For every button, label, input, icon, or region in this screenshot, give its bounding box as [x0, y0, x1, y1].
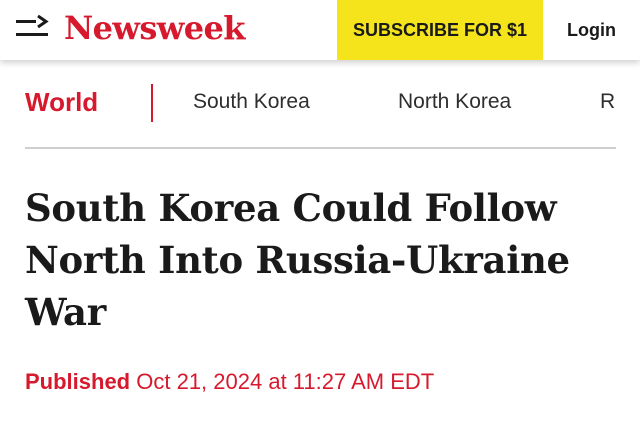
- nav-link-south-korea[interactable]: South Korea: [193, 89, 310, 115]
- menu-icon[interactable]: [16, 14, 52, 42]
- login-button[interactable]: Login: [543, 0, 640, 60]
- section-nav: World South Korea North Korea R: [0, 60, 640, 148]
- publish-info: Published Oct 21, 2024 at 11:27 AM EDT: [25, 368, 434, 396]
- nav-divider: [151, 84, 153, 122]
- subscribe-button[interactable]: SUBSCRIBE FOR $1: [337, 0, 543, 60]
- section-link-world[interactable]: World: [25, 86, 98, 118]
- nav-link-north-korea[interactable]: North Korea: [398, 89, 511, 115]
- site-header: Newsweek SUBSCRIBE FOR $1 Login: [0, 0, 640, 60]
- nav-bottom-rule: [25, 147, 616, 149]
- article-headline: South Korea Could Follow North Into Russ…: [25, 186, 570, 334]
- nav-link-truncated[interactable]: R: [600, 89, 615, 115]
- published-date: Oct 21, 2024 at 11:27 AM EDT: [136, 369, 435, 394]
- newsweek-logo[interactable]: Newsweek: [64, 8, 245, 48]
- published-label: Published: [25, 369, 131, 394]
